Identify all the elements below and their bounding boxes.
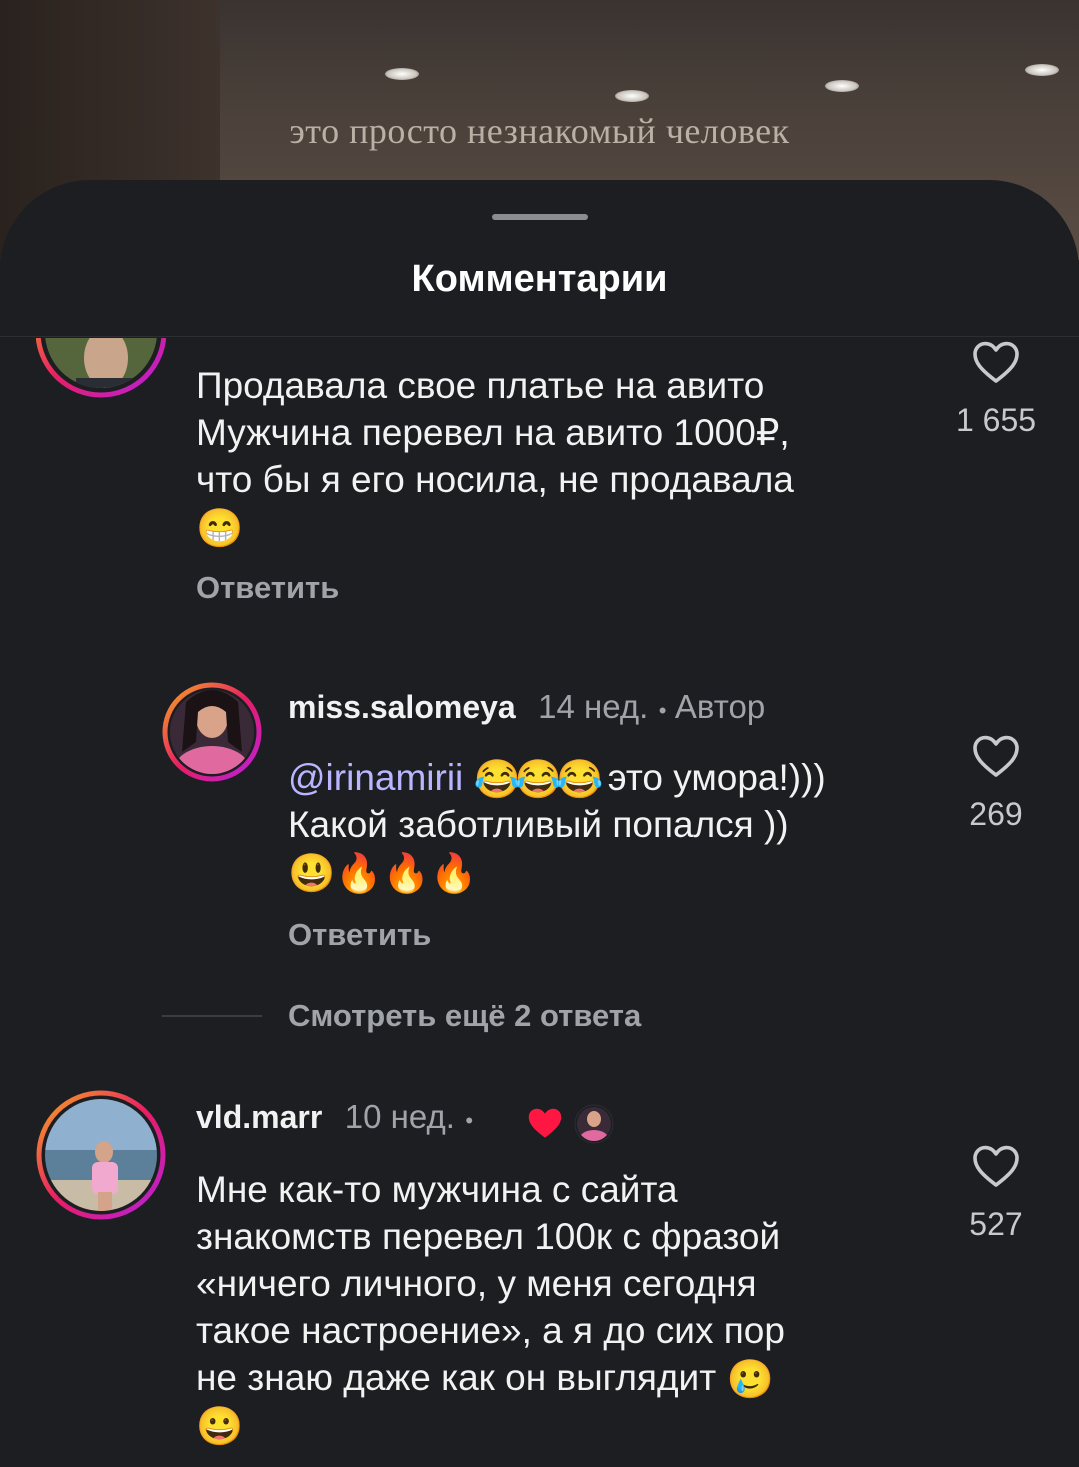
view-more-replies-button[interactable]: Смотреть ещё 2 ответа [288, 998, 641, 1034]
reply-button[interactable]: Ответить [196, 570, 339, 606]
ceiling-light [615, 90, 649, 102]
username[interactable]: vld.marr [196, 1099, 322, 1135]
comment-line: Мужчина перевел на авито 1000₽, [196, 412, 790, 453]
view-more-divider [162, 1015, 262, 1017]
like-count: 269 [969, 796, 1023, 832]
comment-line: «ничего личного, у меня сегодня [196, 1263, 757, 1304]
avatar[interactable] [36, 1090, 166, 1220]
username[interactable]: miss.salomeya [288, 689, 516, 725]
comment-text: @irinamirii 😂😂😂 это умора!))) Какой забо… [288, 754, 948, 895]
timestamp: 14 нед. [538, 688, 649, 725]
grin-emoji: 😁 [196, 508, 244, 551]
heart-outline-icon[interactable] [972, 734, 1020, 778]
emoji-group: 😃🔥🔥🔥 [288, 853, 478, 896]
like-count: 1 655 [955, 402, 1037, 438]
sheet-title: Комментарии [411, 258, 668, 300]
author-badge: Автор [674, 688, 766, 725]
comment-line: не знаю даже как он выглядит [196, 1357, 717, 1398]
avatar[interactable] [162, 682, 262, 782]
comment-line: это умора!))) [607, 757, 826, 798]
video-caption: это просто незнакомый человек [289, 111, 790, 151]
separator-dot: • [658, 698, 667, 723]
avatar[interactable] [36, 338, 166, 422]
grinning-emoji: 😀 [196, 1406, 244, 1449]
comment-line: такое настроение», а я до сих пор [196, 1310, 785, 1351]
red-heart-icon [528, 1108, 562, 1138]
comment-header: vld.marr 10 нед. • [196, 1098, 473, 1136]
drag-handle-icon[interactable] [492, 214, 588, 220]
timestamp: 10 нед. [344, 1098, 455, 1135]
heart-outline-icon[interactable] [972, 340, 1020, 384]
comment-line: Продавала свое платье на авито [196, 365, 765, 406]
comment-line: Мне как-то мужчина с сайта [196, 1169, 678, 1210]
ceiling-light [825, 80, 859, 92]
reply-button[interactable]: Ответить [288, 917, 431, 953]
author-liked-avatar [574, 1104, 614, 1144]
tear-smile-emoji: 🥲 [726, 1359, 774, 1402]
comment-line: Какой заботливый попался )) [288, 804, 789, 845]
comment-text: Продавала свое платье на авито Мужчина п… [196, 362, 916, 550]
separator-dot: • [465, 1108, 474, 1133]
comment-text: Мне как-то мужчина с сайта знакомств пер… [196, 1166, 916, 1448]
divider [0, 336, 1079, 337]
comment-line: знакомств перевел 100к с фразой [196, 1216, 781, 1257]
laughing-emoji: 😂😂😂 [473, 759, 604, 802]
mention-link[interactable]: @irinamirii [288, 757, 463, 798]
heart-outline-icon[interactable] [972, 1144, 1020, 1188]
like-count: 527 [969, 1206, 1023, 1242]
ceiling-light [385, 68, 419, 80]
ceiling-light [1025, 64, 1059, 76]
comment-line: что бы я его носила, не продавала [196, 459, 794, 500]
comment-header: miss.salomeya 14 нед. • Автор [288, 688, 765, 726]
